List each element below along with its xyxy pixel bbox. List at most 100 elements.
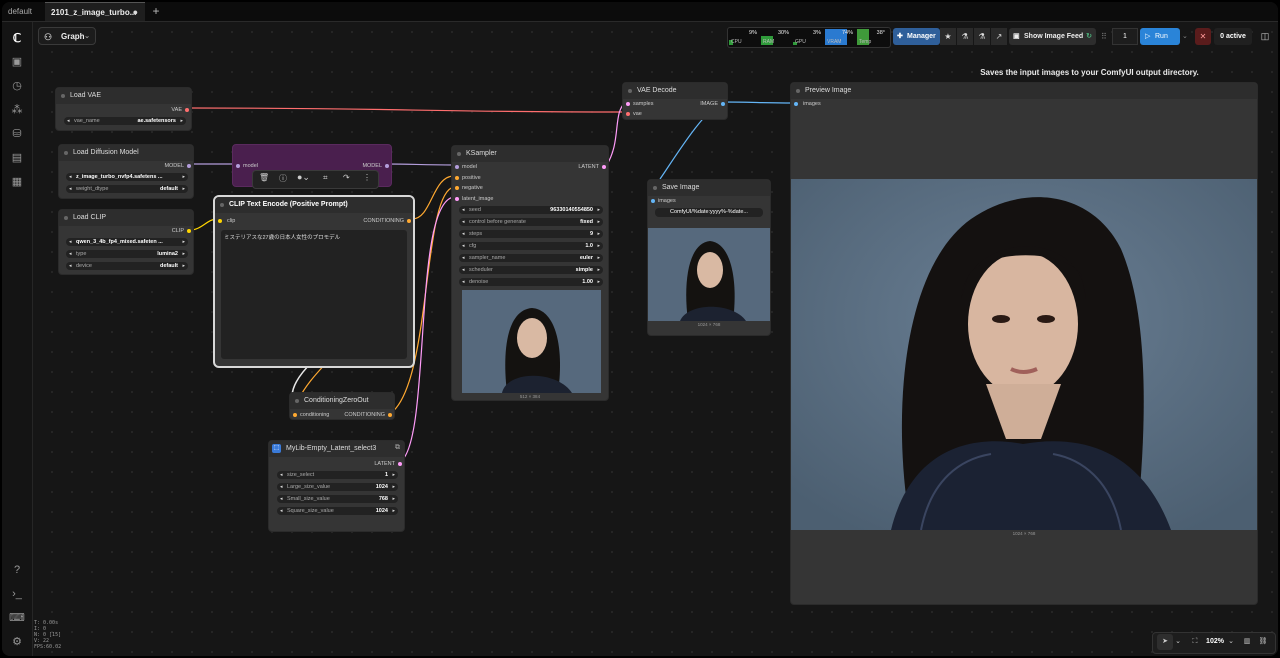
input-samples-socket[interactable] [626,102,630,106]
input-clip-socket[interactable] [218,219,222,223]
widget-denoise[interactable]: denoise1.00 [459,278,603,286]
color-picker-icon[interactable]: ●⌄ [297,172,310,183]
chevron-down-icon[interactable]: ⌄ [1174,633,1182,651]
node-library-icon[interactable]: ⁂ [9,102,25,118]
help-icon[interactable]: ? [9,562,25,578]
node-title: Save Image [648,180,770,196]
widget-clip-type[interactable]: typelumina2 [66,250,188,258]
node-empty-latent-select[interactable]: MyLib-Empty_Latent_select3 ⬚ ⧉ LATENT si… [268,440,405,532]
widget-small-size[interactable]: Small_size_value768 [277,495,398,503]
node-load-diffusion-model[interactable]: Load Diffusion Model MODEL z_image_turbo… [58,144,194,199]
input-conditioning-socket[interactable] [293,413,297,417]
flask-icon[interactable]: ⚗ [957,28,973,45]
select-tool-icon[interactable]: ➤ [1157,634,1173,650]
bypass-icon[interactable]: ↷ [343,173,350,182]
output-conditioning-socket[interactable] [407,219,411,223]
output-vae-socket[interactable] [185,108,189,112]
link-visibility-icon[interactable]: ⛓ [1257,633,1269,651]
batch-count-input[interactable]: 1 [1112,28,1138,45]
prompt-textarea[interactable]: ミステリアスな27歳の日本人女性のプロモデル [221,230,407,359]
drag-handle-icon[interactable]: ⠿ [1101,28,1109,45]
input-negative-socket[interactable] [455,186,459,190]
input-model-socket[interactable] [455,165,459,169]
node-save-image[interactable]: Save Image images ComfyUI/%date:yyyy%-%d… [647,179,771,336]
widget-seed[interactable]: seed963301405548​50 [459,206,603,214]
workflow-tabbar: default 2101_z_image_turbo... ● + [2,2,1278,22]
more-options-icon[interactable]: ⋮ [363,173,371,182]
canvas-controls: ➤ ⌄ ⛶ 102% ⌄ ▥ ⛓ [1152,632,1276,654]
widget-square-size[interactable]: Square_size_value1024 [277,507,398,515]
graph-icon: ⚇ [44,32,53,42]
output-latent-socket[interactable] [398,462,402,466]
templates-icon[interactable]: ▦ [9,174,25,190]
frame-icon[interactable]: ⌗ [323,173,328,183]
widget-cfg[interactable]: cfg1.0 [459,242,603,250]
trash-icon[interactable]: 🗑 [259,173,269,182]
input-images-socket[interactable] [794,102,798,106]
widget-control-before-generate[interactable]: control before generatefixed [459,218,603,226]
input-positive-socket[interactable] [455,176,459,180]
node-expand-icon[interactable]: ⧉ [395,444,400,452]
settings-gear-icon[interactable]: ⚙ [9,634,25,650]
node-title: VAE Decode [623,83,727,99]
tab-default[interactable]: default [2,2,44,21]
output-model-socket[interactable] [187,164,191,168]
output-model-socket[interactable] [385,164,389,168]
node-preview-image[interactable]: Preview Image images 1024 × 768 [790,82,1258,605]
input-vae-socket[interactable] [626,112,630,116]
save-image-preview [648,228,770,321]
output-model-label: MODEL [164,163,184,169]
fit-view-icon[interactable]: ⛶ [1189,633,1201,651]
keyboard-icon[interactable]: ⌨ [9,610,25,626]
info-icon[interactable]: ⓘ [279,173,287,184]
node-ksampler[interactable]: KSampler model positive negative latent_… [451,145,609,401]
widget-steps[interactable]: steps9 [459,230,603,238]
node-load-clip[interactable]: Load CLIP CLIP qwen_3_4b_fp4_mixed.safet… [58,209,194,275]
widget-size-select[interactable]: size_select1 [277,471,398,479]
media-assets-icon[interactable]: ▣ [9,54,25,70]
output-conditioning-socket[interactable] [388,413,392,417]
input-latent-image-socket[interactable] [455,197,459,201]
node-load-vae[interactable]: Load VAE VAE vae_nameae.safetensors [55,87,192,131]
output-latent-socket[interactable] [602,165,606,169]
node-clip-text-encode[interactable]: CLIP Text Encode (Positive Prompt) clip … [213,195,415,368]
widget-scheduler[interactable]: schedulersimple [459,266,603,274]
node-title: Preview Image [791,83,1257,99]
zoom-chevron-icon[interactable]: ⌄ [1227,633,1235,651]
widget-vae-name[interactable]: vae_nameae.safetensors [64,117,186,125]
widget-clip-device[interactable]: devicedefault [66,262,188,270]
console-icon[interactable]: ›_ [9,586,25,602]
run-options-chevron-icon[interactable]: ⌄ [1182,28,1192,45]
tab-active-workflow[interactable]: 2101_z_image_turbo... ● [45,2,145,21]
active-queue-label[interactable]: 0 active [1214,28,1252,45]
model-library-icon[interactable]: ⛁ [9,126,25,142]
minimap-icon[interactable]: ▥ [1241,633,1253,651]
unsaved-dot-icon[interactable]: ● [133,3,138,22]
queue-history-icon[interactable]: ◷ [9,78,25,94]
flask-alt-icon[interactable]: ⚗ [974,28,990,45]
input-model-socket[interactable] [236,164,240,168]
output-image-socket[interactable] [721,102,725,106]
manager-button[interactable]: ✚ Manager [893,28,940,45]
graph-menu-button[interactable]: ⚇ Graph ⌄ [38,27,96,45]
widget-unet-name[interactable]: z_image_turbo_nvfp4.safetens ... [66,173,188,181]
share-icon[interactable]: ↗ [991,28,1007,45]
comfy-logo-icon[interactable]: ℂ [9,30,25,46]
node-conditioning-zero-out[interactable]: ConditioningZeroOut conditioning CONDITI… [289,392,395,420]
widget-sampler-name[interactable]: sampler_nameeuler [459,254,603,262]
workflows-icon[interactable]: ▤ [9,150,25,166]
star-icon[interactable]: ★ [940,28,956,45]
zoom-level[interactable]: 102% [1203,633,1227,651]
show-image-feed-button[interactable]: ▣ Show Image Feed ↻ [1009,28,1096,45]
right-panel-toggle-icon[interactable]: ◫ [1257,28,1273,45]
widget-weight-dtype[interactable]: weight_dtypedefault [66,185,188,193]
widget-clip-name[interactable]: qwen_3_4b_fp4_mixed.safeten ... [66,238,188,246]
node-vae-decode[interactable]: VAE Decode samples vae IMAGE [622,82,728,120]
new-tab-button[interactable]: + [149,2,163,21]
filename-prefix-input[interactable]: ComfyUI/%date:yyyy%-%date... [655,208,763,217]
input-images-socket[interactable] [651,199,655,203]
cancel-run-button[interactable]: ✕ [1195,28,1211,45]
output-clip-socket[interactable] [187,229,191,233]
widget-large-size[interactable]: Large_size_value1024 [277,483,398,491]
run-button[interactable]: ▷ Run [1140,28,1180,45]
